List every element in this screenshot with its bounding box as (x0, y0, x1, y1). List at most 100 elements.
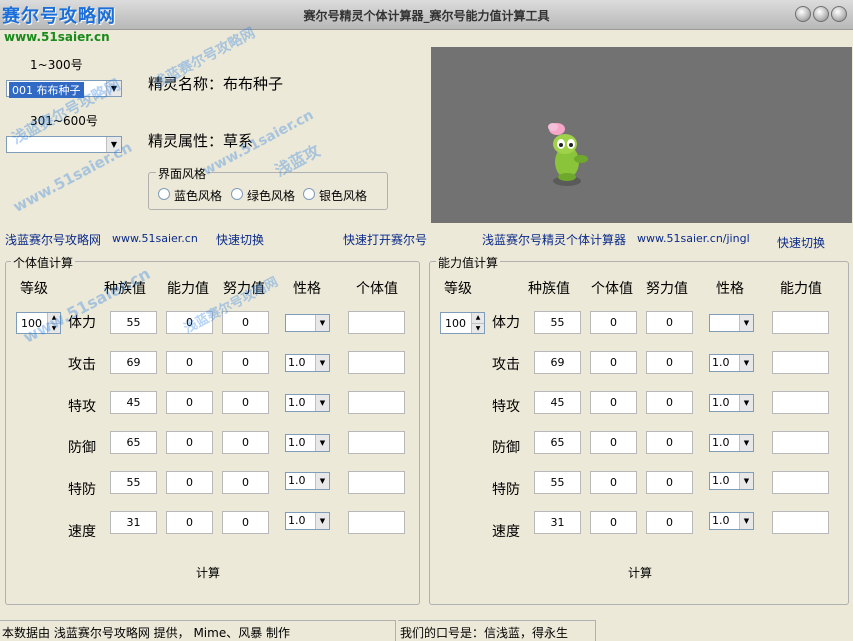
chevron-down-icon[interactable]: ▼ (739, 395, 753, 411)
stat-header-base: 种族值 (528, 281, 570, 297)
stat-iv-input[interactable]: 0 (590, 311, 637, 334)
iv-nature-select[interactable]: 1.0 ▼ (285, 394, 330, 412)
calc-url-link[interactable]: www.51saier.cn/jingl (637, 232, 750, 245)
stat-level-stepper[interactable]: 100 ▲ ▼ (440, 312, 485, 334)
radio-silver-label: 银色风格 (319, 189, 368, 203)
stat-effort-input[interactable]: 0 (646, 311, 693, 334)
spirit-select-1-value: 001 布布种子 (9, 82, 84, 98)
stat-base-input[interactable]: 45 (534, 391, 581, 414)
chevron-up-icon[interactable]: ▲ (47, 313, 60, 323)
iv-nature-select[interactable]: 1.0 ▼ (285, 472, 330, 490)
stat-calc-button[interactable]: 计算 (628, 564, 652, 581)
chevron-down-icon[interactable]: ▼ (739, 435, 753, 451)
iv-stat-input[interactable]: 0 (166, 471, 213, 494)
iv-effort-input[interactable]: 0 (222, 351, 269, 374)
stat-nature-select[interactable]: 1.0 ▼ (709, 512, 754, 530)
chevron-down-icon[interactable]: ▼ (315, 435, 329, 451)
stat-base-input[interactable]: 31 (534, 511, 581, 534)
stat-iv-input[interactable]: 0 (590, 391, 637, 414)
iv-base-input[interactable]: 55 (110, 471, 157, 494)
chevron-down-icon[interactable]: ▼ (315, 355, 329, 371)
chevron-down-icon[interactable]: ▼ (47, 323, 60, 333)
chevron-down-icon[interactable]: ▼ (315, 473, 329, 489)
iv-stat-input[interactable]: 0 (166, 311, 213, 334)
stat-nature-select[interactable]: 1.0 ▼ (709, 434, 754, 452)
stat-base-input[interactable]: 55 (534, 471, 581, 494)
iv-header-base: 种族值 (104, 281, 146, 297)
chevron-down-icon[interactable]: ▼ (471, 323, 484, 333)
quick-open-link[interactable]: 快速打开赛尔号 (343, 231, 427, 248)
iv-nature-select[interactable]: 1.0 ▼ (285, 354, 330, 372)
stat-effort-input[interactable]: 0 (646, 511, 693, 534)
iv-level-stepper[interactable]: 100 ▲ ▼ (16, 312, 61, 334)
iv-base-input[interactable]: 55 (110, 311, 157, 334)
stat-nature-select[interactable]: 1.0 ▼ (709, 472, 754, 490)
chevron-down-icon[interactable]: ▼ (315, 513, 329, 529)
chevron-down-icon[interactable]: ▼ (739, 355, 753, 371)
stat-base-input[interactable]: 69 (534, 351, 581, 374)
iv-header-effort: 努力值 (223, 281, 265, 297)
spirit-select-2[interactable]: ▼ (6, 136, 122, 153)
iv-stat-input[interactable]: 0 (166, 511, 213, 534)
stat-effort-input[interactable]: 0 (646, 351, 693, 374)
stat-iv-input[interactable]: 0 (590, 351, 637, 374)
iv-base-input[interactable]: 69 (110, 351, 157, 374)
iv-nature-select[interactable]: ▼ (285, 314, 330, 332)
stat-iv-input[interactable]: 0 (590, 511, 637, 534)
stat-iv-input[interactable]: 0 (590, 471, 637, 494)
iv-stat-input[interactable]: 0 (166, 391, 213, 414)
iv-effort-input[interactable]: 0 (222, 431, 269, 454)
stat-effort-input[interactable]: 0 (646, 431, 693, 454)
radio-green-label: 绿色风格 (247, 189, 296, 203)
iv-nature-select[interactable]: 1.0 ▼ (285, 512, 330, 530)
chevron-down-icon[interactable]: ▼ (106, 81, 121, 96)
quick-switch-link[interactable]: 快速切换 (216, 231, 264, 248)
iv-effort-input[interactable]: 0 (222, 391, 269, 414)
stat-header-level: 等级 (444, 281, 472, 297)
site-url-link[interactable]: www.51saier.cn (112, 232, 198, 245)
iv-nature-value: 1.0 (288, 396, 306, 409)
iv-stat-input[interactable]: 0 (166, 351, 213, 374)
spirit-sprite (548, 123, 588, 186)
stat-base-input[interactable]: 55 (534, 311, 581, 334)
radio-green-theme[interactable] (231, 188, 243, 200)
stat-nature-value: 1.0 (712, 396, 730, 409)
minimize-icon[interactable] (795, 6, 811, 22)
spirit-select-1[interactable]: 001 布布种子 ▼ (6, 80, 122, 98)
iv-calc-button[interactable]: 计算 (196, 564, 220, 581)
calc-name-link[interactable]: 浅蓝赛尔号精灵个体计算器 (482, 231, 626, 248)
iv-stat-input[interactable]: 0 (166, 431, 213, 454)
iv-effort-input[interactable]: 0 (222, 511, 269, 534)
close-icon[interactable] (831, 6, 847, 22)
stat-effort-input[interactable]: 0 (646, 391, 693, 414)
chevron-down-icon[interactable]: ▼ (739, 315, 753, 331)
iv-base-input[interactable]: 45 (110, 391, 157, 414)
stat-nature-select[interactable]: 1.0 ▼ (709, 394, 754, 412)
theme-group-title: 界面风格 (156, 165, 209, 182)
quick-switch2-link[interactable]: 快速切换 (777, 234, 825, 251)
stat-nature-select[interactable]: 1.0 ▼ (709, 354, 754, 372)
stat-nature-select[interactable]: ▼ (709, 314, 754, 332)
iv-base-input[interactable]: 65 (110, 431, 157, 454)
stat-effort-input[interactable]: 0 (646, 471, 693, 494)
chevron-up-icon[interactable]: ▲ (471, 313, 484, 323)
iv-nature-select[interactable]: 1.0 ▼ (285, 434, 330, 452)
site-name-link[interactable]: 浅蓝赛尔号攻略网 (5, 231, 101, 248)
stat-calc-title: 能力值计算 (436, 254, 501, 271)
radio-blue-theme[interactable] (158, 188, 170, 200)
iv-row-label: 攻击 (68, 357, 96, 373)
iv-effort-input[interactable]: 0 (222, 311, 269, 334)
stat-result-field (772, 431, 829, 454)
stat-iv-input[interactable]: 0 (590, 431, 637, 454)
chevron-down-icon[interactable]: ▼ (106, 137, 121, 152)
maximize-icon[interactable] (813, 6, 829, 22)
chevron-down-icon[interactable]: ▼ (315, 395, 329, 411)
chevron-down-icon[interactable]: ▼ (315, 315, 329, 331)
iv-effort-input[interactable]: 0 (222, 471, 269, 494)
radio-silver-theme[interactable] (303, 188, 315, 200)
iv-calc-title: 个体值计算 (11, 254, 76, 271)
iv-base-input[interactable]: 31 (110, 511, 157, 534)
chevron-down-icon[interactable]: ▼ (739, 473, 753, 489)
stat-base-input[interactable]: 65 (534, 431, 581, 454)
chevron-down-icon[interactable]: ▼ (739, 513, 753, 529)
